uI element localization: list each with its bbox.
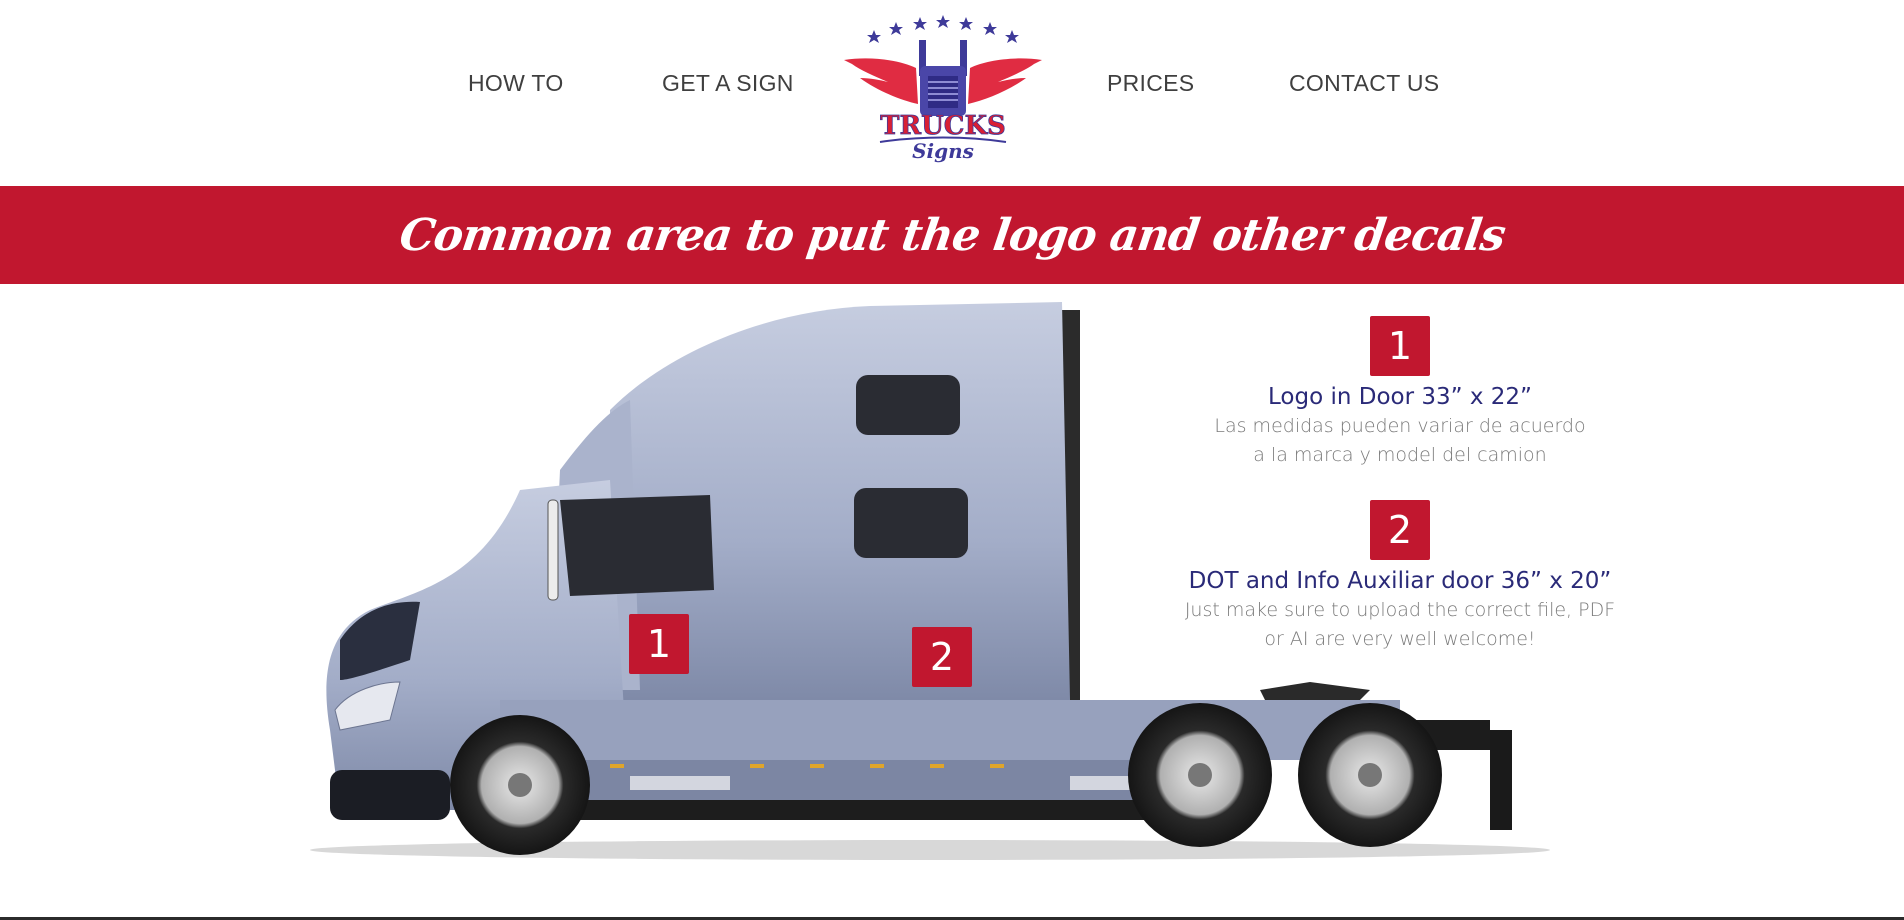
area-2-badge: 2	[1370, 500, 1430, 560]
front-wheel	[450, 715, 590, 855]
area-1-badge: 1	[1370, 316, 1430, 376]
truck-area-1-marker: 1	[629, 614, 689, 674]
rear-wheel-1	[1128, 703, 1272, 847]
area-2-info: 2 DOT and Info Auxiliar door 36” x 20” J…	[1180, 500, 1620, 654]
logo-stars	[867, 15, 1019, 43]
truck-area-2-marker: 2	[912, 627, 972, 687]
nav-prices[interactable]: PRICES	[1107, 70, 1194, 97]
nav-get-a-sign[interactable]: GET A SIGN	[662, 70, 794, 97]
area-2-desc-line2: or AI are very well welcome!	[1264, 628, 1536, 650]
area-1-desc-line1: Las medidas pueden variar de acuerdo	[1214, 415, 1586, 437]
section-banner: Common area to put the logo and other de…	[0, 186, 1904, 284]
banner-title: Common area to put the logo and other de…	[396, 209, 1508, 261]
trucks-signs-logo[interactable]: TRUCKS Signs	[840, 12, 1046, 164]
area-1-info: 1 Logo in Door 33” x 22” Las medidas pue…	[1180, 316, 1620, 470]
site-header: HOW TO GET A SIGN TRUCKS Signs PRICES CO…	[0, 0, 1904, 186]
area-1-desc-line2: a la marca y model del camion	[1253, 444, 1547, 466]
logo-truck	[919, 40, 967, 116]
area-1-title: Logo in Door 33” x 22”	[1268, 384, 1532, 410]
area-2-title: DOT and Info Auxiliar door 36” x 20”	[1188, 568, 1612, 594]
area-2-desc-line1: Just make sure to upload the correct fil…	[1184, 599, 1616, 621]
nav-how-to[interactable]: HOW TO	[468, 70, 564, 97]
nav-contact-us[interactable]: CONTACT US	[1289, 70, 1439, 97]
rear-wheel-2	[1298, 703, 1442, 847]
logo-text-signs: Signs	[912, 139, 974, 163]
